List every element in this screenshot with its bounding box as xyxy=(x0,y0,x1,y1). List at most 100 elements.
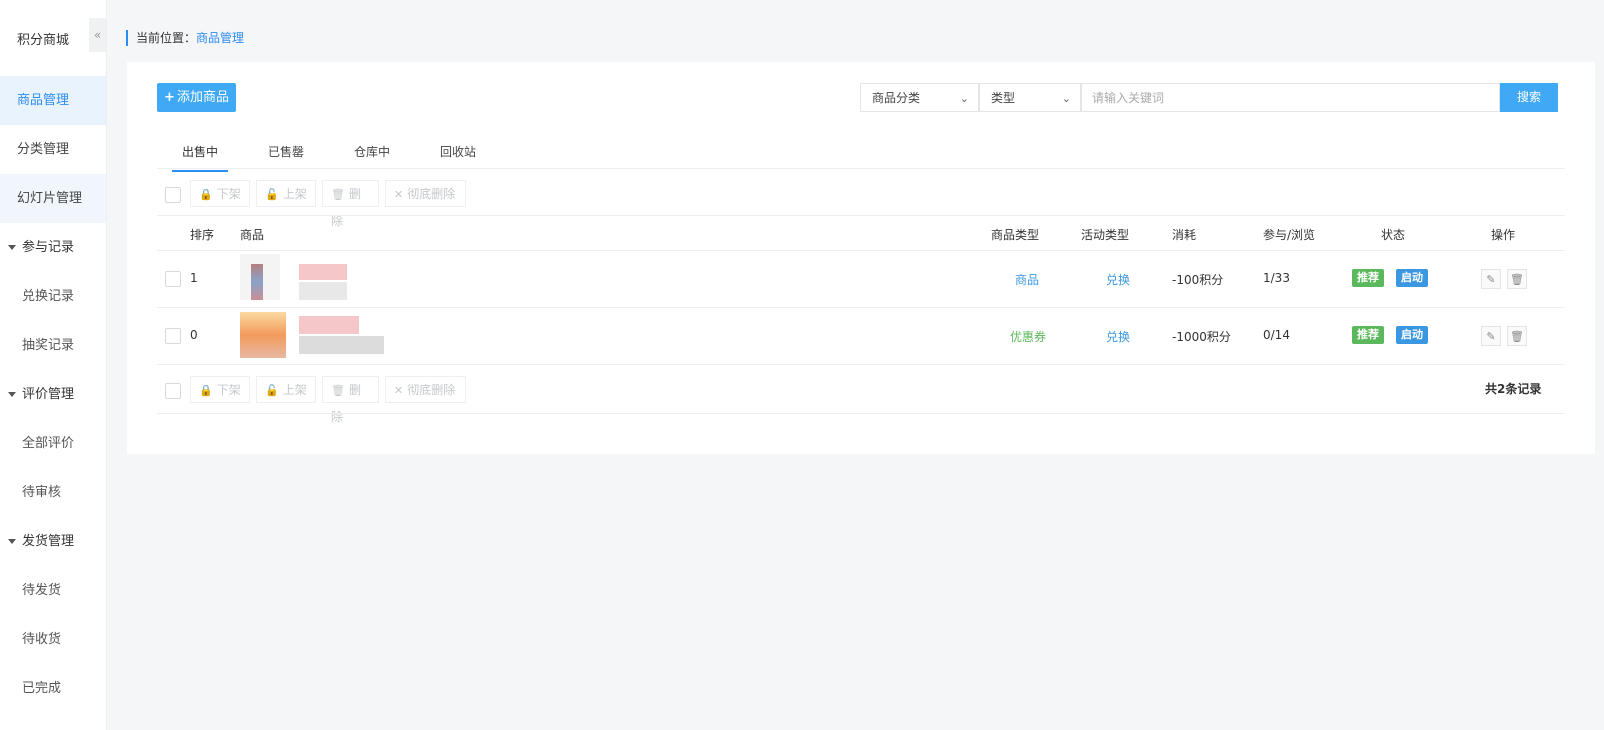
close-icon: ✕ xyxy=(394,188,404,201)
caret-down-icon xyxy=(8,245,16,250)
chevron-down-icon: ⌄ xyxy=(1061,92,1071,105)
sidebar-group-shipping[interactable]: 发货管理 xyxy=(0,517,106,566)
header-participation: 参与/浏览 xyxy=(1263,228,1316,242)
close-icon: ✕ xyxy=(394,384,404,397)
batch-unlist-label: 下架 xyxy=(216,187,241,201)
batch-permanent-delete-label: 彻底删除 xyxy=(407,383,456,397)
trash-icon[interactable]: 🗑 xyxy=(1507,326,1527,346)
search-button[interactable]: 搜索 xyxy=(1500,83,1558,112)
sidebar-item-label: 全部评价 xyxy=(22,436,75,451)
brand-title: 积分商城 xyxy=(17,33,70,48)
enable-badge[interactable]: 启动 xyxy=(1396,326,1428,344)
batch-list-label: 上架 xyxy=(282,383,307,397)
header-cost: 消耗 xyxy=(1172,228,1197,242)
sidebar-item-lottery-records[interactable]: 抽奖记录 xyxy=(0,321,106,370)
recommend-badge[interactable]: 推荐 xyxy=(1352,326,1384,344)
sidebar-item-pending-review[interactable]: 待审核 xyxy=(0,468,106,517)
sidebar-item-product-management[interactable]: 商品管理 xyxy=(0,76,106,125)
breadcrumb-current[interactable]: 商品管理 xyxy=(196,31,244,45)
sidebar-item-label: 待发货 xyxy=(22,583,62,598)
lock-icon: 🔒 xyxy=(199,188,213,201)
plus-icon: + xyxy=(164,90,175,105)
row-product-type: 商品 xyxy=(1015,273,1040,287)
sidebar-group-label: 评价管理 xyxy=(22,387,75,402)
batch-delete-button[interactable]: 🗑 删除 xyxy=(322,180,379,228)
batch-unlist-button[interactable]: 🔒 下架 xyxy=(190,376,250,403)
edit-icon[interactable]: ✎ xyxy=(1481,269,1501,289)
batch-unlist-label: 下架 xyxy=(216,383,241,397)
type-select[interactable]: 类型 ⌄ xyxy=(979,83,1081,112)
tab-in-warehouse[interactable]: 仓库中 xyxy=(344,143,400,170)
sidebar: 积分商城 « 商品管理 分类管理 幻灯片管理 参与记录 兑换记录 抽奖记录 评价… xyxy=(0,0,107,730)
divider xyxy=(157,307,1565,308)
batch-permanent-delete-button[interactable]: ✕ 彻底删除 xyxy=(385,180,466,207)
sidebar-item-label: 商品管理 xyxy=(17,93,70,108)
row-cost: -100积分 xyxy=(1172,273,1224,287)
row-checkbox[interactable] xyxy=(165,271,181,287)
sidebar-item-to-receive[interactable]: 待收货 xyxy=(0,615,106,664)
header-actions: 操作 xyxy=(1491,228,1516,242)
row-sort: 1 xyxy=(190,271,198,285)
select-all-checkbox[interactable] xyxy=(165,187,181,203)
batch-list-button[interactable]: 🔓 上架 xyxy=(256,180,316,207)
sidebar-item-slideshow-management[interactable]: 幻灯片管理 xyxy=(0,174,106,223)
sidebar-group-label: 参与记录 xyxy=(22,240,75,255)
tab-sold-out[interactable]: 已售罄 xyxy=(258,143,314,170)
header-product: 商品 xyxy=(240,228,265,242)
batch-permanent-delete-label: 彻底删除 xyxy=(407,187,456,201)
category-select-value: 商品分类 xyxy=(872,91,921,105)
row-sort: 0 xyxy=(190,328,198,342)
divider xyxy=(157,413,1565,414)
search-input[interactable] xyxy=(1081,83,1500,112)
batch-delete-button[interactable]: 🗑 删除 xyxy=(322,376,379,424)
divider xyxy=(157,215,1565,216)
header-status: 状态 xyxy=(1381,228,1406,242)
sidebar-group-participation[interactable]: 参与记录 xyxy=(0,223,106,272)
sidebar-item-completed[interactable]: 已完成 xyxy=(0,664,106,713)
row-activity-type[interactable]: 兑换 xyxy=(1106,328,1130,345)
trash-icon: 🗑 xyxy=(331,188,345,201)
sidebar-item-category-management[interactable]: 分类管理 xyxy=(0,125,106,174)
row-checkbox[interactable] xyxy=(165,328,181,344)
caret-down-icon xyxy=(8,539,16,544)
sidebar-item-label: 抽奖记录 xyxy=(22,338,75,353)
row-participation: 1/33 xyxy=(1263,271,1290,285)
breadcrumb-prefix: 当前位置： xyxy=(136,31,197,45)
sidebar-item-to-ship[interactable]: 待发货 xyxy=(0,566,106,615)
sidebar-item-label: 幻灯片管理 xyxy=(17,191,83,206)
batch-list-label: 上架 xyxy=(282,187,307,201)
unlock-icon: 🔓 xyxy=(265,188,279,201)
edit-icon[interactable]: ✎ xyxy=(1481,326,1501,346)
batch-permanent-delete-button[interactable]: ✕ 彻底删除 xyxy=(385,376,466,403)
unlock-icon: 🔓 xyxy=(265,384,279,397)
header-product-type: 商品类型 xyxy=(991,228,1040,242)
row-cost: -1000积分 xyxy=(1172,330,1231,344)
header-sort: 排序 xyxy=(190,228,215,242)
sidebar-item-exchange-records[interactable]: 兑换记录 xyxy=(0,272,106,321)
category-select[interactable]: 商品分类 ⌄ xyxy=(860,83,979,112)
sidebar-item-all-reviews[interactable]: 全部评价 xyxy=(0,419,106,468)
total-records: 共2条记录 xyxy=(1485,382,1542,396)
add-product-button[interactable]: + 添加商品 xyxy=(157,83,236,112)
sidebar-group-label: 发货管理 xyxy=(22,534,75,549)
header-activity-type: 活动类型 xyxy=(1081,228,1130,242)
sidebar-group-reviews[interactable]: 评价管理 xyxy=(0,370,106,419)
tab-recycle-bin[interactable]: 回收站 xyxy=(430,143,486,170)
row-activity-type[interactable]: 兑换 xyxy=(1106,271,1130,288)
select-all-checkbox-bottom[interactable] xyxy=(165,383,181,399)
sidebar-item-label: 已完成 xyxy=(22,681,62,696)
trash-icon: 🗑 xyxy=(331,384,345,397)
enable-badge[interactable]: 启动 xyxy=(1396,269,1428,287)
breadcrumb: 当前位置：商品管理 xyxy=(126,30,244,46)
batch-list-button[interactable]: 🔓 上架 xyxy=(256,376,316,403)
type-select-value: 类型 xyxy=(991,91,1016,105)
collapse-sidebar-icon[interactable]: « xyxy=(89,18,106,52)
divider xyxy=(157,250,1565,251)
batch-unlist-button[interactable]: 🔒 下架 xyxy=(190,180,250,207)
caret-down-icon xyxy=(8,392,16,397)
sidebar-item-label: 分类管理 xyxy=(17,142,70,157)
chevron-down-icon: ⌄ xyxy=(959,92,969,105)
sidebar-item-label: 兑换记录 xyxy=(22,289,75,304)
recommend-badge[interactable]: 推荐 xyxy=(1352,269,1384,287)
trash-icon[interactable]: 🗑 xyxy=(1507,269,1527,289)
